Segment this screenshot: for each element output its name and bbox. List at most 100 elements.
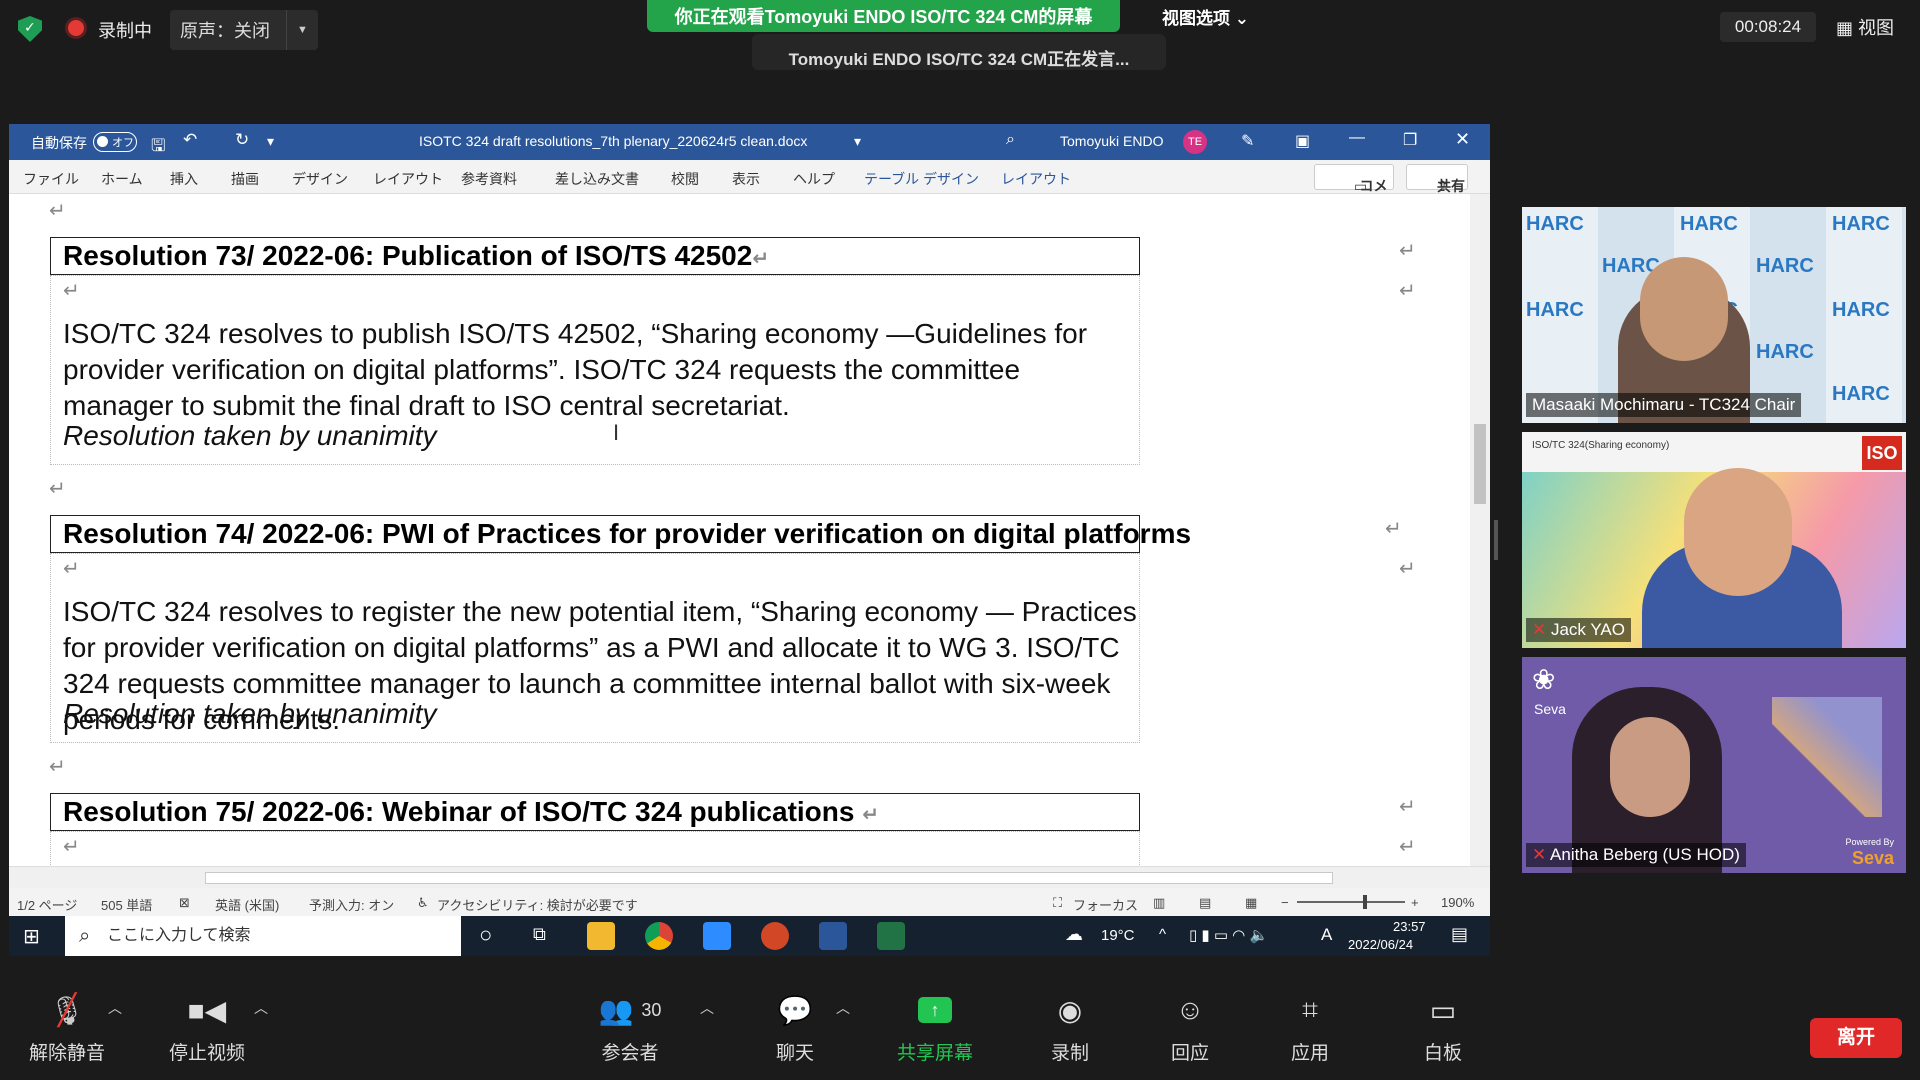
close-icon[interactable]: ✕ bbox=[1455, 129, 1470, 150]
tab-home[interactable]: ホーム bbox=[101, 169, 143, 189]
resolution-74-heading[interactable]: Resolution 74/ 2022-06: PWI of Practices… bbox=[63, 518, 1191, 550]
tab-help[interactable]: ヘルプ bbox=[793, 169, 835, 189]
zoom-in-icon[interactable]: + bbox=[1411, 895, 1419, 910]
print-layout-icon[interactable]: ▤ bbox=[1199, 895, 1211, 911]
tab-draw[interactable]: 描画 bbox=[231, 169, 259, 189]
participants-chevron-icon[interactable]: ︿ bbox=[700, 998, 714, 1018]
task-view-icon[interactable]: ⧉ bbox=[533, 924, 546, 945]
excel-icon[interactable] bbox=[877, 922, 905, 950]
accessibility-icon: ♿ bbox=[417, 895, 429, 910]
tab-layout[interactable]: レイアウト bbox=[373, 169, 443, 189]
split-handle[interactable] bbox=[1494, 520, 1498, 560]
taskbar-time[interactable]: 23:57 bbox=[1393, 919, 1426, 934]
resolution-73-body[interactable]: ISO/TC 324 resolves to publish ISO/TS 42… bbox=[63, 316, 1138, 424]
customize-qat-icon[interactable]: ▾ bbox=[267, 133, 274, 150]
minimize-icon[interactable]: — bbox=[1349, 129, 1365, 147]
unmute-button[interactable]: 🎙 ╱ 解除静音 bbox=[12, 990, 122, 1065]
language-status[interactable]: 英語 (米国) bbox=[215, 895, 279, 914]
tab-references[interactable]: 参考資料 bbox=[461, 169, 517, 189]
record-button[interactable]: ◉ 录制 bbox=[1015, 990, 1125, 1065]
participant-video[interactable]: HARC HARC HARC HARC HARC HARC HARC HARC … bbox=[1522, 207, 1906, 423]
share-button[interactable]: ⇪ 共有 bbox=[1406, 164, 1468, 194]
pen-icon[interactable]: ✎ bbox=[1241, 131, 1254, 151]
redo-icon[interactable]: ↻ bbox=[235, 130, 249, 150]
original-sound-label[interactable]: 原声：关闭 bbox=[170, 17, 286, 43]
vertical-scrollbar[interactable] bbox=[1470, 194, 1490, 866]
horizontal-scrollbar[interactable] bbox=[9, 866, 1490, 888]
page-count[interactable]: 1/2 ページ bbox=[17, 895, 77, 914]
read-mode-icon[interactable]: ▥ bbox=[1153, 895, 1165, 911]
tab-file[interactable]: ファイル bbox=[23, 169, 79, 189]
tab-design[interactable]: デザイン bbox=[292, 169, 348, 189]
tab-insert[interactable]: 挿入 bbox=[170, 169, 198, 189]
reactions-button[interactable]: ☺ 回应 bbox=[1135, 990, 1245, 1065]
cortana-icon[interactable]: ○ bbox=[479, 922, 492, 948]
security-shield-icon[interactable]: ✓ bbox=[18, 16, 42, 42]
powerpoint-icon[interactable] bbox=[761, 922, 789, 950]
ime-indicator[interactable]: A bbox=[1321, 925, 1332, 945]
chat-button[interactable]: 💬 聊天 bbox=[740, 990, 850, 1065]
whiteboard-button[interactable]: ▭ 白板 bbox=[1388, 990, 1498, 1065]
video-options-chevron-icon[interactable]: ︿ bbox=[254, 998, 268, 1018]
file-explorer-icon[interactable] bbox=[587, 922, 615, 950]
recording-status[interactable]: 录制中 bbox=[98, 17, 152, 43]
vertical-scroll-thumb[interactable] bbox=[1474, 424, 1486, 504]
share-screen-button[interactable]: ↑ 共享屏幕 bbox=[880, 990, 990, 1065]
document-title[interactable]: ISOTC 324 draft resolutions_7th plenary_… bbox=[419, 133, 807, 149]
weather-temp[interactable]: 19°C bbox=[1101, 927, 1135, 944]
participant-video[interactable]: ISO/TC 324(Sharing economy) ISO ✕ Jack Y… bbox=[1522, 432, 1906, 648]
apps-button[interactable]: ⌗ 应用 bbox=[1255, 990, 1365, 1065]
view-options-button[interactable]: 视图选项 ⌄ bbox=[1162, 4, 1249, 29]
restore-icon[interactable]: ❐ bbox=[1403, 130, 1417, 150]
doc-title-dropdown-icon[interactable]: ▾ bbox=[854, 133, 861, 150]
zoom-level[interactable]: 190% bbox=[1441, 895, 1474, 910]
zoom-slider[interactable] bbox=[1297, 901, 1405, 903]
save-icon[interactable]: 🖫 bbox=[151, 133, 165, 162]
tray-icons[interactable]: ▯ ▮ ▭ ◠ 🔈 bbox=[1189, 926, 1268, 944]
resolution-73-heading[interactable]: Resolution 73/ 2022-06: Publication of I… bbox=[63, 240, 769, 272]
leave-button[interactable]: 离开 bbox=[1810, 1018, 1902, 1058]
participant-video[interactable]: ❀ Seva Powered By Seva ✕ Anitha Beberg (… bbox=[1522, 657, 1906, 873]
record-icon: ◉ bbox=[1057, 994, 1083, 1026]
tab-table-layout[interactable]: レイアウト bbox=[1001, 169, 1071, 189]
chat-chevron-icon[interactable]: ︿ bbox=[836, 998, 850, 1018]
zoom-app-icon[interactable] bbox=[703, 922, 731, 950]
proofing-icon[interactable]: ⊠ bbox=[179, 895, 190, 911]
chrome-icon[interactable] bbox=[645, 922, 673, 950]
comment-button[interactable]: ▭ コメント bbox=[1314, 164, 1394, 218]
stop-video-button[interactable]: ■◀ 停止视频 bbox=[152, 990, 262, 1065]
windows-start-icon[interactable]: ⊞ bbox=[23, 924, 40, 949]
original-sound-control[interactable]: 原声：关闭 ▼ bbox=[170, 10, 318, 50]
tab-mailings[interactable]: 差し込み文書 bbox=[555, 169, 639, 189]
tab-view[interactable]: 表示 bbox=[732, 169, 760, 189]
view-button[interactable]: ▦ 视图 bbox=[1836, 14, 1894, 40]
web-layout-icon[interactable]: ▦ bbox=[1245, 895, 1257, 911]
undo-icon[interactable]: ↶ bbox=[183, 130, 197, 150]
zoom-slider-thumb[interactable] bbox=[1363, 895, 1367, 909]
accessibility-status[interactable]: アクセシビリティ: 検討が必要です bbox=[437, 895, 638, 914]
word-icon[interactable] bbox=[819, 922, 847, 950]
zoom-out-icon[interactable]: − bbox=[1281, 895, 1289, 910]
horizontal-scroll-thumb[interactable] bbox=[205, 872, 1333, 884]
tray-chevron-icon[interactable]: ^ bbox=[1159, 926, 1166, 943]
focus-button[interactable]: フォーカス bbox=[1073, 895, 1138, 914]
resolution-75-heading[interactable]: Resolution 75/ 2022-06: Webinar of ISO/T… bbox=[63, 796, 879, 828]
taskbar-search-input[interactable]: ⌕ ここに入力して検索 bbox=[65, 916, 461, 956]
user-name[interactable]: Tomoyuki ENDO bbox=[1060, 133, 1163, 149]
autosave-toggle[interactable]: オフ bbox=[93, 132, 137, 152]
resolution-73-taken[interactable]: Resolution taken by unanimity bbox=[63, 420, 437, 452]
avatar[interactable]: TE bbox=[1183, 130, 1207, 154]
search-icon[interactable]: ⌕ bbox=[1006, 131, 1015, 149]
taskbar-date[interactable]: 2022/06/24 bbox=[1348, 937, 1413, 952]
participants-button[interactable]: 👥 30 参会者 bbox=[575, 990, 685, 1065]
predictive-input-status[interactable]: 予測入力: オン bbox=[309, 895, 394, 914]
resolution-74-taken[interactable]: Resolution taken by unanimity bbox=[63, 698, 437, 730]
word-count[interactable]: 505 単語 bbox=[101, 895, 152, 914]
tab-table-design[interactable]: テーブル デザイン bbox=[864, 169, 979, 189]
audio-options-chevron-icon[interactable]: ︿ bbox=[108, 998, 122, 1018]
ribbon-display-icon[interactable]: ▣ bbox=[1295, 131, 1310, 151]
document-page[interactable]: ↵ Resolution 73/ 2022-06: Publication of… bbox=[9, 194, 1470, 866]
chevron-down-icon[interactable]: ▼ bbox=[286, 10, 318, 50]
tab-review[interactable]: 校閲 bbox=[671, 169, 699, 189]
notification-icon[interactable]: ▤ bbox=[1451, 924, 1468, 945]
